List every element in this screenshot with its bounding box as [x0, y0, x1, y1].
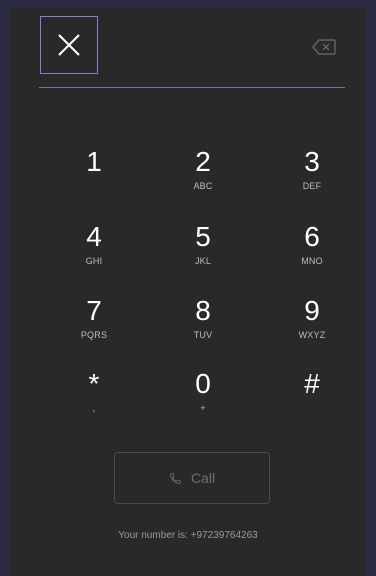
your-number-text: Your number is: +97239764263 [118, 530, 258, 541]
key-letters: PQRS [80, 330, 108, 340]
dialpad-key-hash[interactable]: # [264, 368, 360, 432]
key-digit: 4 [86, 221, 102, 252]
key-digit: 6 [304, 221, 320, 252]
dialpad-key-1[interactable]: 1 [46, 146, 142, 210]
key-digit: 2 [195, 146, 211, 177]
dialpad-key-7[interactable]: 7 PQRS [46, 295, 142, 359]
call-button[interactable]: Call [114, 452, 270, 504]
key-letters: JKL [194, 256, 212, 266]
key-digit: 1 [86, 146, 102, 177]
backspace-button[interactable] [312, 39, 336, 55]
key-letters: , [92, 403, 96, 413]
close-icon [58, 34, 80, 56]
key-letters: TUV [193, 330, 213, 340]
key-letters: WXYZ [298, 330, 326, 340]
key-digit: 7 [86, 295, 102, 326]
key-digit: 3 [304, 146, 320, 177]
key-letters: DEF [302, 181, 322, 191]
key-letters: MNO [301, 256, 323, 266]
key-digit: 9 [304, 295, 320, 326]
key-digit: 0 [195, 368, 211, 399]
dialpad-key-0[interactable]: 0 + [155, 368, 251, 432]
dialpad-key-4[interactable]: 4 GHI [46, 221, 142, 285]
key-digit: 8 [195, 295, 211, 326]
dialpad-key-2[interactable]: 2 ABC [155, 146, 251, 210]
key-letters: GHI [85, 256, 103, 266]
dialpad-key-star[interactable]: * , [46, 368, 142, 432]
key-letters: + [200, 403, 206, 413]
key-letters: ABC [193, 181, 213, 191]
input-divider [39, 87, 345, 88]
dialpad-key-9[interactable]: 9 WXYZ [264, 295, 360, 359]
key-digit: * [88, 368, 100, 399]
dialpad-key-6[interactable]: 6 MNO [264, 221, 360, 285]
backspace-icon [312, 39, 336, 55]
dialpad-key-8[interactable]: 8 TUV [155, 295, 251, 359]
key-letters [46, 180, 142, 192]
dialpad-key-3[interactable]: 3 DEF [264, 146, 360, 210]
key-letters [264, 402, 360, 414]
close-button[interactable] [40, 16, 98, 74]
key-digit: # [304, 368, 320, 399]
dialpad-key-5[interactable]: 5 JKL [155, 221, 251, 285]
phone-icon [170, 472, 181, 484]
key-digit: 5 [195, 221, 211, 252]
call-button-label: Call [190, 470, 216, 486]
